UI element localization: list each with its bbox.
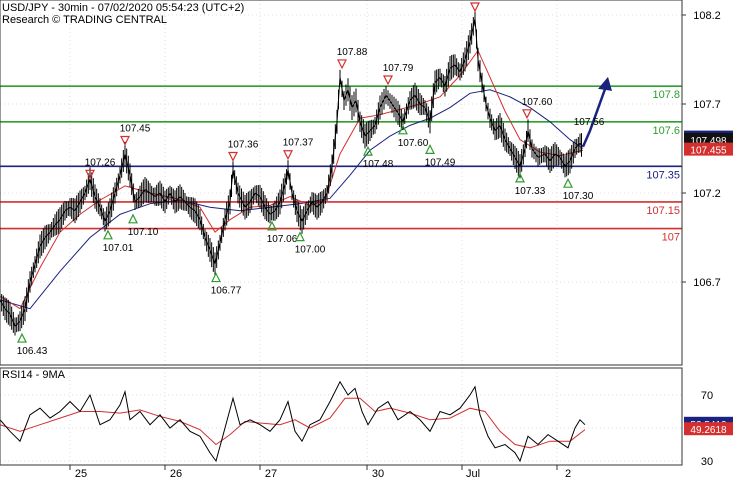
rsi-tick-label: 70 xyxy=(701,390,713,402)
usdjpy-chart: 107.8 107.6 107.35 107.15 107 106.43 107.26 10… xyxy=(0,0,735,480)
pivot-label: 107.01 xyxy=(103,243,134,254)
x-tick-label: 27 xyxy=(265,468,277,480)
price-tick-label: 106.7 xyxy=(693,277,721,289)
pivot-label: 107.26 xyxy=(85,157,116,168)
pivot-label: 107.56 xyxy=(574,117,605,128)
level-label: 107.15 xyxy=(646,205,680,217)
pivot-label: 107.79 xyxy=(383,63,414,74)
chart-header-line2: Research © TRADING CENTRAL xyxy=(2,14,167,26)
rsi-value-tag-label: 49.2618 xyxy=(690,425,727,436)
level-label: 107 xyxy=(662,232,680,244)
pivot-label: 107.30 xyxy=(563,191,594,202)
pivot-label: 107.45 xyxy=(120,124,151,135)
pivot-label: 107.10 xyxy=(128,227,159,238)
pivot-label: 107.88 xyxy=(337,47,368,58)
x-tick-label: 26 xyxy=(170,468,182,480)
rsi-tick-label: 30 xyxy=(701,456,713,468)
level-label: 107.8 xyxy=(652,89,680,101)
pivot-label: 107.49 xyxy=(425,157,456,168)
pivot-label: 107.00 xyxy=(295,245,326,256)
x-tick-label: 30 xyxy=(372,468,384,480)
pivot-label: 107.48 xyxy=(363,159,394,170)
x-tick-label: Jul xyxy=(466,468,480,480)
rsi-panel-title: RSI14 - 9MA xyxy=(2,369,66,381)
pivot-label: 107.33 xyxy=(515,186,546,197)
price-tick-label: 107.2 xyxy=(693,188,721,200)
pivot-label: 106.77 xyxy=(211,286,242,297)
price-tag-label: 107.455 xyxy=(690,146,727,157)
x-tick-label: 2 xyxy=(565,468,571,480)
pivot-label: 106.43 xyxy=(17,346,48,357)
x-tick-label: 25 xyxy=(75,468,87,480)
level-label: 107.6 xyxy=(652,125,680,137)
price-tick-label: 108.2 xyxy=(693,10,721,22)
pivot-label: 107.60 xyxy=(522,97,553,108)
price-tick-label: 107.7 xyxy=(693,99,721,111)
level-label: 107.35 xyxy=(646,169,680,181)
pivot-label: 107.36 xyxy=(228,140,259,151)
pivot-label: 107.60 xyxy=(398,138,429,149)
chart-header-line1: USD/JPY - 30min - 07/02/2020 05:54:23 (U… xyxy=(2,2,244,14)
pivot-label: 107.37 xyxy=(283,138,314,149)
pivot-label: 107.06 xyxy=(267,234,298,245)
